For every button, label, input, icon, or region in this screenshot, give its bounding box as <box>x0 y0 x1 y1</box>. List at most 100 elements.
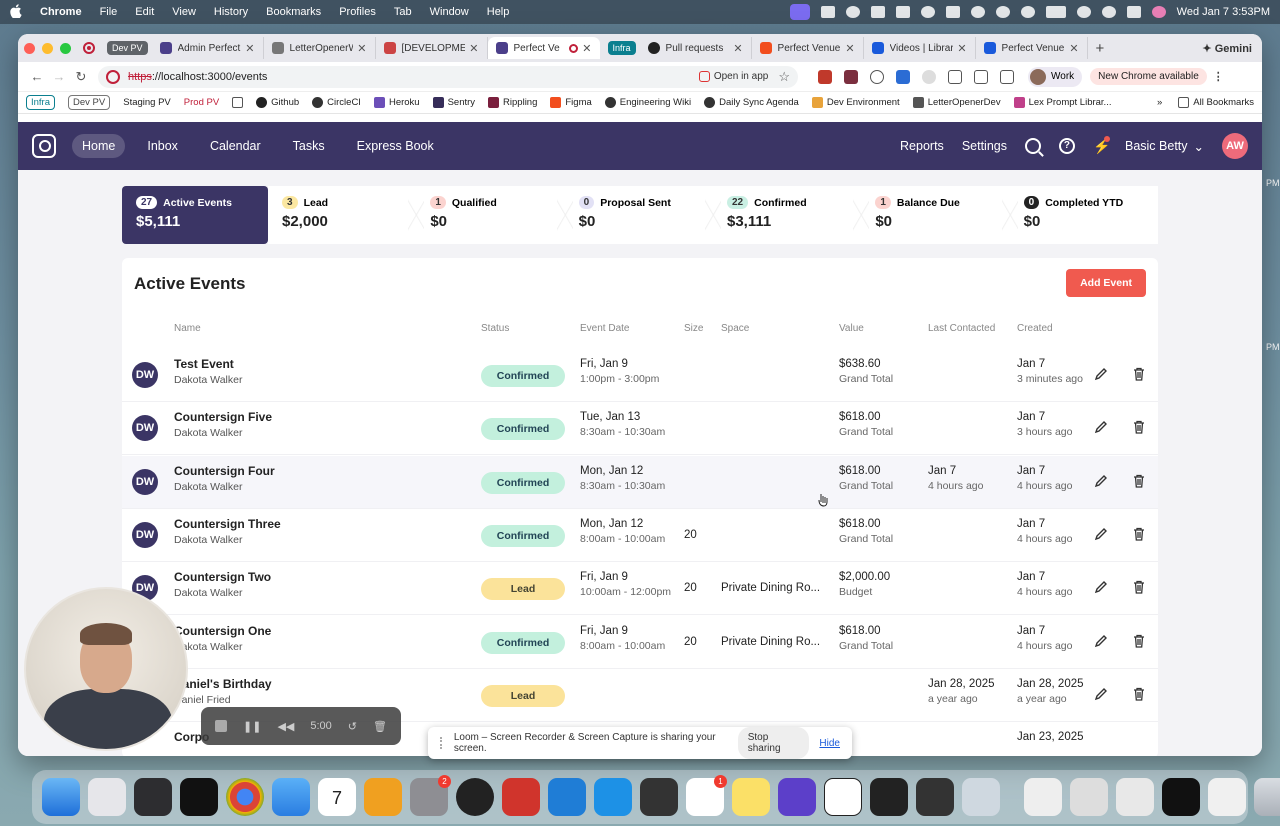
stage-active-events[interactable]: 27 Active Events $5,111 <box>122 186 268 244</box>
gemini-button[interactable]: ✦ Gemini <box>1202 42 1252 55</box>
database-icon[interactable] <box>962 778 1000 816</box>
stop-recording-icon[interactable] <box>215 720 227 732</box>
edit-pencil-icon[interactable] <box>1094 634 1108 648</box>
hide-sharing-bar-link[interactable]: Hide <box>819 738 840 749</box>
close-tab-icon[interactable]: ✕ <box>845 42 854 55</box>
menu-history[interactable]: History <box>214 6 248 18</box>
close-tab-icon[interactable]: ✕ <box>582 42 591 55</box>
bookmark-daily-sync[interactable]: Daily Sync Agenda <box>704 97 799 108</box>
delete-trash-icon[interactable] <box>1132 420 1146 434</box>
recent-screenshot-icon[interactable] <box>1070 778 1108 816</box>
menu-file[interactable]: File <box>100 6 118 18</box>
bookmark-sentry[interactable]: Sentry <box>432 97 475 108</box>
extension-red-icon[interactable] <box>818 69 832 84</box>
terminal-icon[interactable] <box>180 778 218 816</box>
bookmark-engineering-wiki[interactable]: Engineering Wiki <box>604 97 691 108</box>
event-name-cell[interactable]: Countersign One Dakota Walker <box>174 624 271 653</box>
nav-settings[interactable]: Settings <box>962 139 1007 153</box>
notifications-bolt-icon[interactable] <box>1093 136 1110 154</box>
search-icon[interactable] <box>1024 138 1041 154</box>
menu-tab[interactable]: Tab <box>394 6 412 18</box>
bookmark-dev-environment[interactable]: Dev Environment <box>811 97 900 108</box>
table-row[interactable]: DW Countersign Four Dakota Walker Confirmed… <box>122 455 1158 509</box>
stage-lead[interactable]: 3 Lead $2,000 <box>268 186 425 244</box>
nav-tasks[interactable]: Tasks <box>283 134 335 158</box>
stage-completed-ytd[interactable]: 0 Completed YTD $0 <box>1009 186 1158 244</box>
cursor-app-icon[interactable] <box>916 778 954 816</box>
play-icon[interactable] <box>995 6 1010 18</box>
stage-confirmed[interactable]: 22 Confirmed $3,111 <box>712 186 870 244</box>
close-tab-icon[interactable]: ✕ <box>469 42 478 55</box>
stop-sharing-button[interactable]: Stop sharing <box>737 727 810 759</box>
forward-button[interactable]: → <box>48 69 70 84</box>
delete-trash-icon[interactable] <box>1132 474 1146 488</box>
tab-perfect-venue-2[interactable]: Perfect Venue ✕ <box>976 37 1088 59</box>
vscode-icon[interactable] <box>548 778 586 816</box>
bookmark-folder-dev-pv[interactable]: Dev PV <box>68 95 111 110</box>
event-name[interactable]: Countersign Three <box>174 517 281 531</box>
table-row[interactable]: DW Countersign Five Dakota Walker Confirmed… <box>122 402 1158 456</box>
control-center-icon[interactable] <box>1126 6 1141 18</box>
menubar-clock[interactable]: Wed Jan 7 3:53PM <box>1177 6 1270 18</box>
bookmarks-overflow-button[interactable]: » <box>1157 97 1162 108</box>
bookmark-staging-pv[interactable]: Staging PV <box>123 97 171 108</box>
event-name-cell[interactable]: Daniel's Birthday Daniel Fried <box>174 677 272 706</box>
apple-menu-icon[interactable] <box>10 3 24 21</box>
window-switcher-icon[interactable] <box>134 778 172 816</box>
column-header-space[interactable]: Space <box>721 323 749 334</box>
broadcast-icon[interactable] <box>845 6 860 18</box>
hand-icon[interactable] <box>945 6 960 18</box>
edit-pencil-icon[interactable] <box>1094 687 1108 701</box>
delete-recording-icon[interactable]: 🗑 <box>373 720 387 733</box>
tab-admin[interactable]: Admin Perfect ✕ <box>152 37 264 59</box>
finder-icon[interactable] <box>42 778 80 816</box>
column-header-name[interactable]: Name <box>174 323 201 334</box>
tab-perfect-venue-active[interactable]: Perfect Ve ✕ <box>487 37 600 59</box>
add-event-button[interactable]: Add Event <box>1066 269 1146 297</box>
reload-button[interactable]: ↻ <box>70 69 92 85</box>
recent-terminal-icon[interactable] <box>1162 778 1200 816</box>
menu-view[interactable]: View <box>172 6 196 18</box>
nav-express-book[interactable]: Express Book <box>347 134 444 158</box>
linear-app-icon[interactable] <box>778 778 816 816</box>
minimize-window-button[interactable] <box>42 42 53 54</box>
rubymine-icon[interactable] <box>502 778 540 816</box>
extension-search-icon[interactable] <box>922 69 936 84</box>
moon-icon[interactable] <box>1020 6 1035 18</box>
tab-group-dev-pv[interactable]: Dev PV <box>107 41 148 55</box>
notion-icon[interactable] <box>824 778 862 816</box>
column-header-status[interactable]: Status <box>481 323 509 334</box>
rewind-icon[interactable]: ◀◀ <box>277 720 294 733</box>
menu-edit[interactable]: Edit <box>135 6 154 18</box>
update-chrome-button[interactable]: New Chrome available <box>1090 68 1207 85</box>
event-name-cell[interactable]: Countersign Five Dakota Walker <box>174 410 272 439</box>
close-tab-icon[interactable]: ✕ <box>357 42 366 55</box>
event-name[interactable]: Daniel's Birthday <box>174 677 272 691</box>
menu-app-name[interactable]: Chrome <box>40 6 82 18</box>
menu-profiles[interactable]: Profiles <box>339 6 376 18</box>
perfect-venue-logo-icon[interactable] <box>32 134 56 158</box>
spotlight-icon[interactable] <box>1101 6 1116 18</box>
tab-videos-library[interactable]: Videos | Librar ✕ <box>864 37 976 59</box>
bookmark-lex-prompt[interactable]: Lex Prompt Librar... <box>1013 97 1111 108</box>
open-in-app-button[interactable]: Open in app <box>698 71 768 82</box>
delete-trash-icon[interactable] <box>1132 580 1146 594</box>
bookmark-star-icon[interactable]: ☆ <box>778 69 790 85</box>
fullscreen-window-button[interactable] <box>60 42 71 54</box>
table-row[interactable]: DWCountersign OneDakota WalkerConfirmedF… <box>122 616 1158 669</box>
mail-icon[interactable] <box>272 778 310 816</box>
recent-window-icon[interactable] <box>1116 778 1154 816</box>
sidepanel-icon[interactable] <box>974 69 988 84</box>
stacks-icon[interactable] <box>364 778 402 816</box>
extension-dark-icon[interactable] <box>844 69 858 84</box>
event-name-cell[interactable]: Countersign Four Dakota Walker <box>174 464 275 493</box>
new-tab-button[interactable]: + <box>1096 40 1105 57</box>
calendar-icon[interactable]: 7 <box>318 778 356 816</box>
bookmark-figma[interactable]: Figma <box>550 97 592 108</box>
linear-icon[interactable] <box>456 778 494 816</box>
event-name-cell[interactable]: Countersign Three Dakota Walker <box>174 517 281 546</box>
bookmark-github[interactable]: Github <box>256 97 299 108</box>
event-name-cell[interactable]: Test Event Dakota Walker <box>174 357 242 386</box>
tab-group-infra[interactable]: Infra <box>607 41 636 55</box>
back-button[interactable]: ← <box>26 69 48 84</box>
